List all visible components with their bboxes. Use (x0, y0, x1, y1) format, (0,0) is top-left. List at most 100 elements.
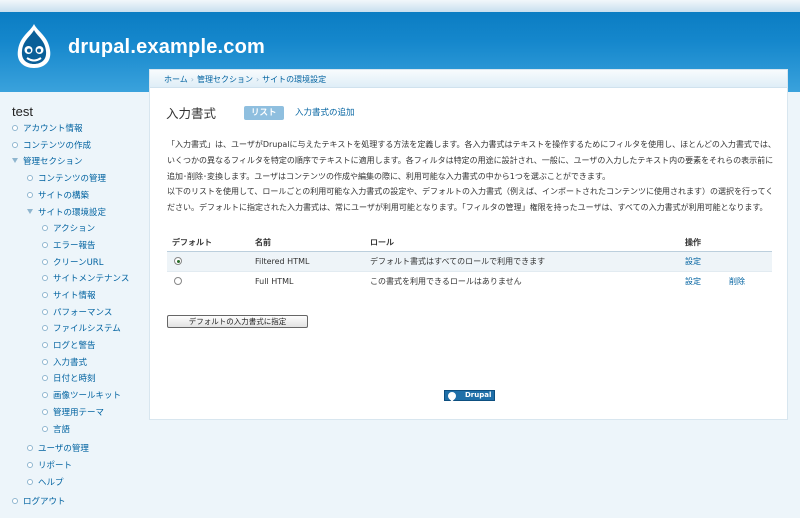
bullet-icon (27, 478, 33, 485)
breadcrumb-site-config-link[interactable]: サイトの環境設定 (262, 75, 326, 84)
input-formats-table: デフォルト 名前 ロール 操作 Filtered HTML デフォルト書式はすべ… (167, 235, 772, 291)
description-paragraph-2: 以下のリストを使用して、ロールごとの利用可能な入力書式の設定や、デフォルトの入力… (167, 187, 774, 212)
table-header-row: デフォルト 名前 ロール 操作 (167, 235, 772, 252)
bullet-icon (12, 497, 18, 504)
format-roles: この書式を利用できるロールはありません (370, 271, 685, 291)
sidebar-item-label: 入力書式 (53, 358, 88, 368)
format-roles: デフォルト書式はすべてのロールで利用できます (370, 251, 685, 272)
sidebar-item[interactable]: パフォーマンス (42, 307, 112, 320)
sidebar-item-label: サイトの構築 (38, 191, 90, 201)
sidebar-item[interactable]: サイトの環境設定 (27, 207, 106, 220)
sidebar-item[interactable]: サイトメンテナンス (42, 273, 129, 286)
sidebar-item[interactable]: サイトの構築 (27, 190, 89, 203)
drupal-logo-icon[interactable] (14, 22, 54, 70)
sidebar-item[interactable]: ファイルシステム (42, 323, 121, 336)
breadcrumb-admin-link[interactable]: 管理セクション (197, 75, 253, 84)
header-top-strip (0, 0, 800, 12)
delete-cell (729, 251, 772, 272)
sidebar-item-label: クリーンURL (53, 258, 104, 268)
delete-link[interactable]: 削除 (729, 277, 745, 286)
sidebar-item[interactable]: アカウント情報 (12, 123, 83, 136)
header-roles: ロール (370, 235, 685, 252)
bullet-icon (42, 358, 48, 365)
sidebar-item-label: ログアウト (23, 497, 66, 507)
sidebar-item[interactable]: 入力書式 (42, 357, 87, 370)
sidebar-item-label: アクション (53, 224, 96, 234)
bullet-icon (27, 174, 33, 181)
bullet-icon (12, 141, 18, 148)
sidebar-item[interactable]: アクション (42, 223, 95, 236)
sidebar-item[interactable]: ログと警告 (42, 340, 96, 353)
bullet-icon (42, 308, 48, 315)
format-name: Full HTML (255, 271, 370, 291)
default-radio-filtered-html[interactable] (174, 257, 182, 265)
breadcrumb-separator: › (255, 75, 260, 84)
sidebar-item[interactable]: クリーンURL (42, 257, 103, 270)
header-operations: 操作 (685, 235, 729, 252)
drupal-drop-icon (446, 390, 458, 402)
sidebar-item[interactable]: ヘルプ (27, 477, 64, 490)
configure-link[interactable]: 設定 (685, 277, 701, 286)
operations-cell: 設定 (685, 271, 729, 291)
sidebar-item[interactable]: 言語 (42, 424, 70, 437)
description-paragraph-1: 「入力書式」は、ユーザがDrupalに与えたテキストを処理する方法を定義します。… (167, 140, 776, 181)
header-default: デフォルト (167, 235, 255, 252)
bullet-icon (42, 241, 48, 248)
tab-list[interactable]: リスト (244, 106, 284, 120)
operations-cell: 設定 (685, 251, 729, 272)
site-name-link[interactable]: drupal.example.com (68, 36, 265, 59)
expanded-bullet-icon (27, 209, 33, 214)
sidebar-item[interactable]: コンテンツの管理 (27, 173, 106, 186)
sidebar-item[interactable]: サイト情報 (42, 290, 96, 303)
page-title: 入力書式 (166, 106, 217, 121)
sidebar-item-label: コンテンツの管理 (38, 174, 107, 184)
main-content: ホーム › 管理セクション › サイトの環境設定 入力書式 リスト 入力書式の追加 「入… (149, 69, 788, 420)
sidebar-item[interactable]: 画像ツールキット (42, 390, 121, 403)
bullet-icon (42, 224, 48, 231)
right-edge (792, 92, 800, 518)
bullet-icon (27, 444, 33, 451)
bullet-icon (42, 408, 48, 415)
sidebar-item-label: ログと警告 (53, 341, 96, 351)
bullet-icon (42, 425, 48, 432)
bullet-icon (42, 291, 48, 298)
breadcrumb-home-link[interactable]: ホーム (164, 75, 188, 84)
sidebar-item-label: サイトメンテナンス (53, 274, 130, 284)
tab-add-input-format[interactable]: 入力書式の追加 (295, 106, 355, 120)
powered-by-drupal-badge[interactable]: Drupal (444, 390, 495, 402)
set-default-format-button[interactable]: デフォルトの入力書式に指定 (167, 315, 308, 328)
sidebar-item[interactable]: 日付と時刻 (42, 373, 96, 386)
header-operations-extra (729, 235, 772, 252)
powered-by-label: Drupal (465, 391, 492, 399)
default-cell (167, 271, 255, 291)
sidebar-item[interactable]: エラー報告 (42, 240, 96, 253)
format-name: Filtered HTML (255, 251, 370, 272)
sidebar-item[interactable]: 管理用テーマ (42, 407, 104, 420)
sidebar-item-label: リポート (38, 461, 73, 471)
table-row: Full HTML この書式を利用できるロールはありません 設定 削除 (167, 271, 772, 291)
breadcrumb-bar: ホーム › 管理セクション › サイトの環境設定 (150, 70, 787, 88)
breadcrumb: ホーム › 管理セクション › サイトの環境設定 (164, 74, 326, 85)
default-cell (167, 251, 255, 272)
expanded-bullet-icon (12, 158, 18, 163)
sidebar-item[interactable]: ユーザの管理 (27, 443, 89, 456)
sidebar-item-label: 管理用テーマ (53, 408, 105, 418)
breadcrumb-separator: › (190, 75, 194, 84)
bullet-icon (42, 258, 48, 265)
sidebar-item[interactable]: コンテンツの作成 (12, 140, 91, 153)
sidebar-item-label: サイト情報 (53, 291, 96, 301)
sidebar-item-label: ファイルシステム (53, 324, 121, 334)
sidebar-title: test (12, 104, 33, 119)
sidebar-item-label: アカウント情報 (23, 124, 83, 134)
sidebar-navigation: test アカウント情報 コンテンツの作成 管理セクションコンテンツの管理 サイトの構… (0, 92, 148, 518)
bullet-icon (42, 341, 48, 348)
sidebar-item[interactable]: ログアウト (12, 496, 66, 509)
bullet-icon (12, 124, 18, 131)
sidebar-item-label: ヘルプ (38, 478, 64, 488)
sidebar-item[interactable]: リポート (27, 460, 72, 473)
sidebar-item[interactable]: 管理セクション (12, 156, 83, 169)
sidebar-item-label: サイトの環境設定 (38, 208, 107, 218)
sidebar-item-label: ユーザの管理 (38, 444, 89, 454)
configure-link[interactable]: 設定 (685, 257, 701, 266)
default-radio-full-html[interactable] (174, 277, 182, 286)
